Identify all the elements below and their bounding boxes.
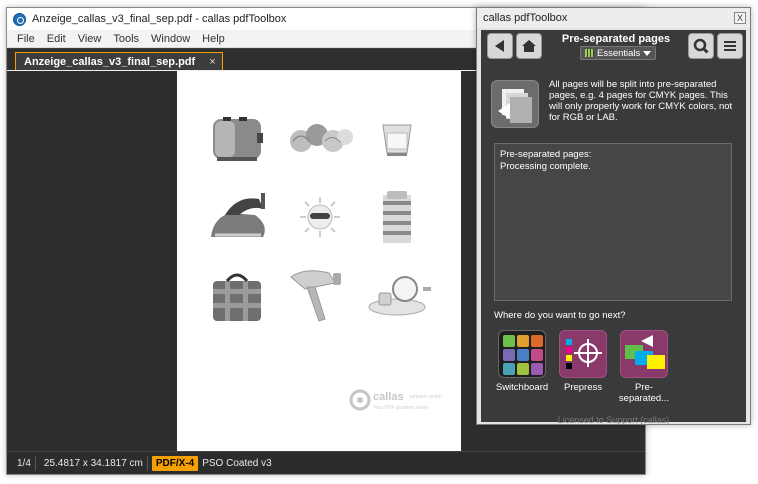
toaster-image [213,117,263,161]
yarn-balls-image [290,124,353,152]
home-button[interactable] [516,33,542,59]
document-tab-label: Anzeige_callas_v3_final_sep.pdf [24,55,196,68]
home-icon [522,40,536,52]
search-button[interactable] [688,33,714,59]
menu-button[interactable] [717,33,743,59]
panel-close-button[interactable]: X [734,12,746,24]
preset-dropdown-label: Essentials [597,47,641,59]
log-line: Pre-separated pages: [500,149,592,160]
profile-description: All pages will be split into pre-separat… [491,76,736,134]
menu-tools[interactable]: Tools [107,33,145,45]
back-button[interactable] [487,33,513,59]
prepress-icon [559,330,607,378]
picnic-blanket-image [213,273,261,321]
preset-dropdown[interactable]: Essentials [580,46,657,60]
callas-logo-text: callas [373,391,404,403]
result-log: Pre-separated pages: Processing complete… [494,143,732,301]
switchboard-icon [498,330,546,378]
hamburger-menu-icon [724,41,736,51]
menu-help[interactable]: Help [196,33,231,45]
panel-body: Pre-separated pages Essentials All pages… [481,30,746,425]
pre-separated-icon [620,330,668,378]
prepress-label: Prepress [563,382,602,393]
window-title: Anzeige_callas_v3_final_sep.pdf - callas… [32,13,287,25]
screen: Anzeige_callas_v3_final_sep.pdf - callas… [0,0,758,484]
preset-library-icon [585,49,594,57]
status-bar: 1/4 25.4817 x 34.1817 cm PDF/X-4 PSO Coa… [7,451,645,474]
iron-image [211,193,265,237]
bedding-image [383,191,411,243]
chevron-down-icon [643,50,652,56]
status-page-size: 25.4817 x 34.1817 cm [40,455,148,471]
callas-logo-tagline-bottom: Your PDF problem solver [373,405,429,411]
panel-titlebar[interactable]: callas pdfToolbox X [477,8,750,28]
status-page[interactable]: 1/4 [13,455,36,471]
profile-description-text: All pages will be split into pre-separat… [549,79,733,123]
panel-title: callas pdfToolbox [483,12,568,24]
pre-separated-pages-icon [491,80,539,128]
callas-logo: callas software gmbh Your PDF problem so… [349,387,449,417]
tab-close-icon[interactable]: × [209,56,215,68]
panel-header: Pre-separated pages Essentials [481,30,746,68]
hair-dryer-image [290,270,341,322]
menu-window[interactable]: Window [145,33,196,45]
profile-heading: Pre-separated pages [561,33,671,45]
menu-file[interactable]: File [11,33,41,45]
switchboard-button[interactable]: Switchboard [495,330,549,393]
pdftoolbox-panel: callas pdfToolbox X Pre-separated pages … [476,7,751,425]
pre-separated-label: Pre- separated... [618,382,670,404]
log-line: Processing complete. [500,161,591,172]
prepress-button[interactable]: Prepress [556,330,610,393]
search-icon [693,38,709,54]
pre-separated-button[interactable]: Pre- separated... [617,330,671,404]
menu-view[interactable]: View [72,33,108,45]
status-output-profile: PSO Coated v3 [202,457,272,469]
switchboard-label: Switchboard [495,382,549,393]
status-pdfx-badge: PDF/X-4 [151,455,199,471]
pdf-page: callas software gmbh Your PDF problem so… [177,71,461,453]
license-text: Licensed to Support (callas) [557,415,670,425]
app-icon [13,12,26,26]
sun-mask-image [300,197,340,237]
document-tab[interactable]: Anzeige_callas_v3_final_sep.pdf × [15,52,223,70]
glass-holder-image [382,124,412,156]
dish-set-image [368,276,431,316]
back-arrow-icon [495,40,504,52]
next-steps-label: Where do you want to go next? [494,310,626,321]
callas-logo-tagline-top: software gmbh [409,394,442,400]
menu-edit[interactable]: Edit [41,33,72,45]
callas-logo-mark-icon [349,389,371,411]
